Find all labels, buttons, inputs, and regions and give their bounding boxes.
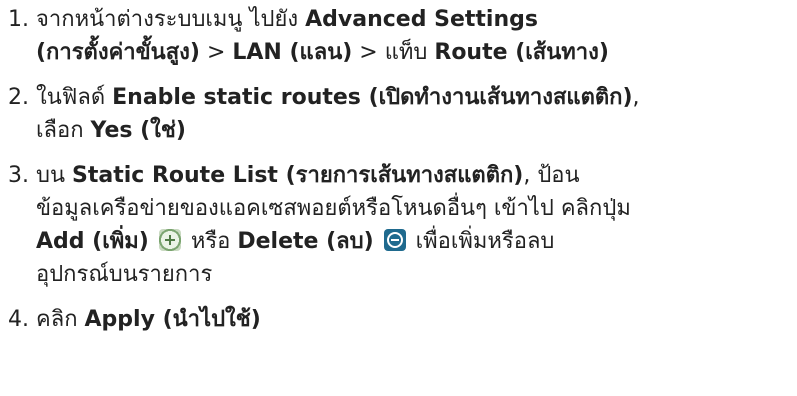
step-4: 4. คลิก Apply (นำไปใช้): [8, 303, 793, 336]
step-text: จากหน้าต่างระบบเมนู ไปยัง Advanced Setti…: [36, 3, 793, 69]
step-number: 2.: [8, 85, 29, 110]
text-run: อุปกรณ์บนรายการ: [36, 262, 213, 287]
text-line: ในฟิลด์ Enable static routes (เปิดทำงานเ…: [36, 81, 793, 114]
text-line: บน Static Route List (รายการเส้นทางสแตติ…: [36, 159, 793, 192]
text-run: , ป้อน: [523, 163, 580, 188]
bold-run: Enable static routes (เปิดทำงานเส้นทางสแ…: [112, 85, 633, 110]
bold-run: Yes (ใช่): [90, 118, 186, 143]
text-line: อุปกรณ์บนรายการ: [36, 258, 793, 291]
text-run: เพื่อเพิ่มหรือลบ: [408, 229, 555, 254]
text-run: [374, 229, 381, 254]
text-run: เลือก: [36, 118, 91, 143]
bold-run: Static Route List (รายการเส้นทางสแตติก): [72, 163, 524, 188]
delete-icon: [383, 229, 406, 251]
step-2: 2. ในฟิลด์ Enable static routes (เปิดทำง…: [8, 81, 793, 147]
step-text: บน Static Route List (รายการเส้นทางสแตติ…: [36, 159, 793, 291]
text-run: บน: [36, 163, 72, 188]
text-line: (การตั้งค่าขั้นสูง) > LAN (แลน) > แท็บ R…: [36, 36, 793, 69]
text-line: เลือก Yes (ใช่): [36, 114, 793, 147]
bold-run: LAN (แลน): [232, 40, 353, 65]
text-line: Add (เพิ่ม) หรือ Delete (ลบ) เพื่อเพิ่มห…: [36, 225, 793, 258]
text-line: ข้อมูลเครือข่ายของแอคเซสพอยต์หรือโหนดอื่…: [36, 192, 793, 225]
text-run: >: [199, 40, 233, 65]
document: 1. จากหน้าต่างระบบเมนู ไปยัง Advanced Se…: [0, 0, 797, 396]
text-run: > แท็บ: [352, 40, 435, 65]
step-text: ในฟิลด์ Enable static routes (เปิดทำงานเ…: [36, 81, 793, 147]
text-run: หรือ: [183, 229, 238, 254]
text-run: ,: [632, 85, 640, 110]
bold-run: Advanced Settings: [305, 7, 538, 32]
bold-run: Route (เส้นทาง): [434, 40, 609, 65]
text-run: [149, 229, 156, 254]
step-3: 3. บน Static Route List (รายการเส้นทางสแ…: [8, 159, 793, 291]
instruction-steps: 1. จากหน้าต่างระบบเมนู ไปยัง Advanced Se…: [8, 0, 793, 336]
step-text: คลิก Apply (นำไปใช้): [36, 303, 793, 336]
step-number: 4.: [8, 307, 29, 332]
step-number: 3.: [8, 163, 29, 188]
bold-run: (การตั้งค่าขั้นสูง): [36, 40, 200, 65]
add-label: Add (เพิ่ม): [36, 229, 149, 254]
text-run: ในฟิลด์: [36, 85, 113, 110]
text-line: จากหน้าต่างระบบเมนู ไปยัง Advanced Setti…: [36, 3, 793, 36]
delete-label: Delete (ลบ): [237, 229, 374, 254]
text-run: คลิก: [36, 307, 85, 332]
text-run: จากหน้าต่างระบบเมนู ไปยัง: [36, 7, 306, 32]
apply-label: Apply (นำไปใช้): [84, 307, 261, 332]
text-line: คลิก Apply (นำไปใช้): [36, 303, 793, 336]
text-run: ข้อมูลเครือข่ายของแอคเซสพอยต์หรือโหนดอื่…: [36, 196, 631, 221]
step-number: 1.: [8, 7, 29, 32]
add-icon: [158, 229, 181, 251]
step-1: 1. จากหน้าต่างระบบเมนู ไปยัง Advanced Se…: [8, 3, 793, 69]
